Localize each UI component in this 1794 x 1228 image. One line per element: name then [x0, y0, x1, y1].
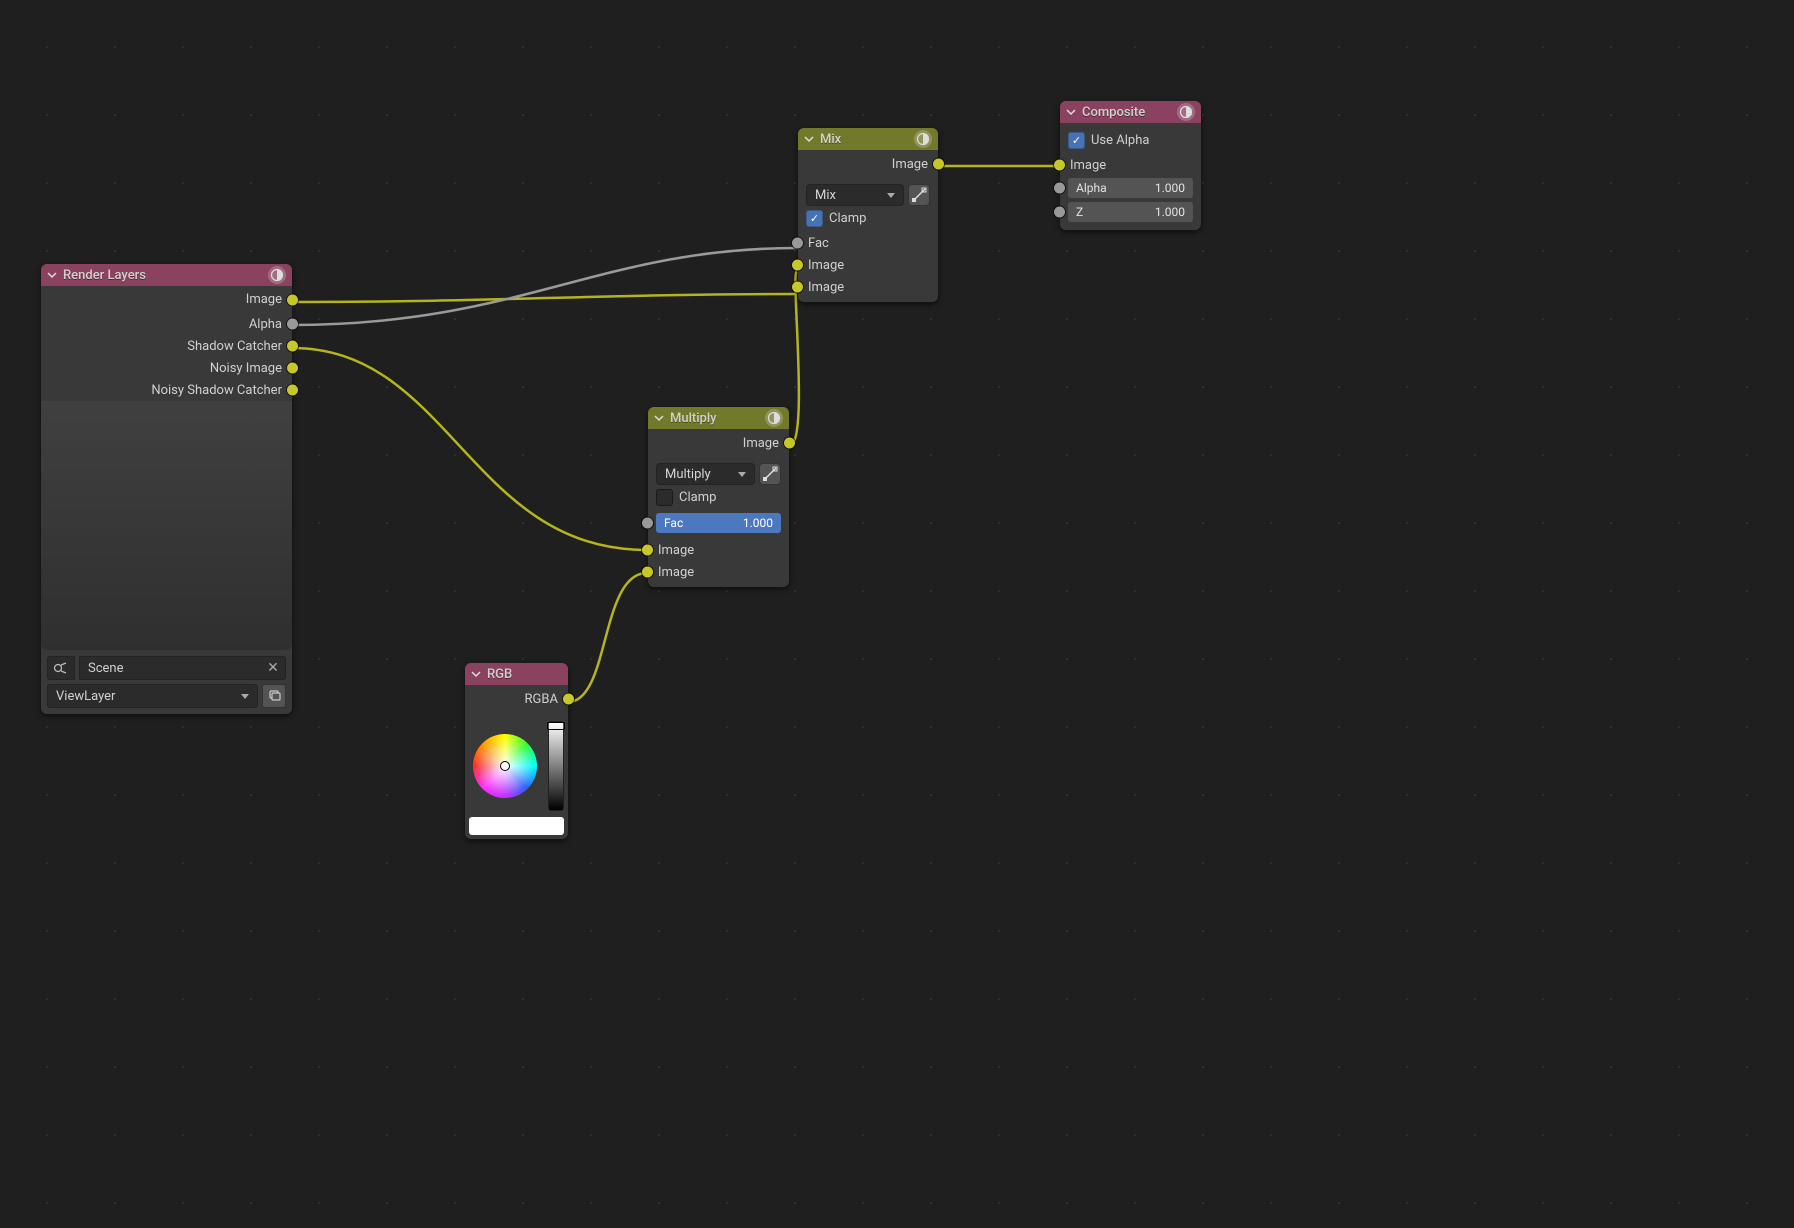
z-slider[interactable]: Z 1.000 — [1068, 202, 1193, 222]
input-label: Image — [1062, 158, 1114, 173]
node-header[interactable]: RGB — [465, 663, 568, 685]
z-label: Z — [1076, 205, 1083, 219]
output-label: Alpha — [241, 317, 290, 332]
node-header[interactable]: Multiply — [648, 407, 789, 429]
scene-icon[interactable] — [47, 656, 75, 680]
preview-icon[interactable] — [268, 266, 286, 284]
chevron-down-icon — [652, 411, 666, 425]
clamp-label: Clamp — [829, 211, 866, 226]
socket-input-z[interactable] — [1054, 207, 1065, 218]
socket-output-shadow-catcher[interactable] — [287, 341, 298, 352]
socket-input-image[interactable] — [1054, 160, 1065, 171]
scene-name: Scene — [88, 661, 124, 676]
input-label: Fac — [800, 236, 837, 251]
value-slider[interactable] — [548, 721, 564, 811]
pin-icon[interactable] — [262, 684, 286, 708]
input-label: Image — [650, 543, 702, 558]
color-swatch[interactable] — [469, 817, 564, 835]
socket-output-image[interactable] — [784, 438, 795, 449]
socket-input-image1[interactable] — [792, 260, 803, 271]
node-header[interactable]: Render Layers — [41, 264, 292, 286]
output-label: Noisy Image — [202, 361, 290, 376]
output-label: Shadow Catcher — [179, 339, 290, 354]
socket-output-image[interactable] — [933, 159, 944, 170]
preview-icon[interactable] — [765, 409, 783, 427]
fac-slider[interactable]: Fac 1.000 — [656, 513, 781, 533]
chevron-down-icon — [469, 667, 483, 681]
socket-input-alpha[interactable] — [1054, 183, 1065, 194]
socket-output-rgba[interactable] — [563, 694, 574, 705]
blend-mode-dropdown[interactable]: Mix — [806, 184, 904, 206]
preview-icon[interactable] — [914, 130, 932, 148]
image-preview-area — [41, 401, 292, 650]
view-layer-field[interactable]: ViewLayer — [47, 684, 258, 708]
z-value: 1.000 — [1155, 205, 1185, 219]
node-mix[interactable]: Mix Image Mix Clamp Fac Image Image — [798, 128, 938, 302]
output-label: Image — [884, 157, 936, 172]
socket-output-image[interactable] — [287, 294, 298, 305]
checkbox-icon — [806, 210, 823, 227]
clamp-label: Clamp — [679, 490, 716, 505]
node-title: Render Layers — [63, 268, 268, 283]
blend-mode-value: Multiply — [665, 467, 711, 482]
input-label: Image — [800, 280, 852, 295]
node-header[interactable]: Mix — [798, 128, 938, 150]
color-ramp-icon[interactable] — [908, 184, 930, 206]
blend-mode-value: Mix — [815, 188, 836, 203]
alpha-value: 1.000 — [1155, 181, 1185, 195]
fac-value: 1.000 — [743, 516, 773, 530]
node-rgb[interactable]: RGB RGBA — [465, 663, 568, 839]
use-alpha-label: Use Alpha — [1091, 133, 1149, 148]
clamp-checkbox[interactable]: Clamp — [656, 489, 781, 506]
use-alpha-checkbox[interactable]: Use Alpha — [1068, 132, 1193, 149]
blend-mode-dropdown[interactable]: Multiply — [656, 463, 755, 485]
clear-icon[interactable]: ✕ — [265, 660, 281, 676]
socket-input-image1[interactable] — [642, 545, 653, 556]
output-label: Image — [735, 436, 787, 451]
socket-input-fac[interactable] — [642, 518, 653, 529]
checkbox-icon — [656, 489, 673, 506]
socket-output-noisy-image[interactable] — [287, 363, 298, 374]
input-label: Image — [800, 258, 852, 273]
color-cursor-icon — [500, 761, 510, 771]
input-label: Image — [650, 565, 702, 580]
node-composite[interactable]: Composite Use Alpha Image Alpha 1.000 Z … — [1060, 101, 1201, 230]
output-label: Noisy Shadow Catcher — [143, 383, 290, 398]
chevron-down-icon — [802, 132, 816, 146]
socket-input-fac[interactable] — [792, 238, 803, 249]
clamp-checkbox[interactable]: Clamp — [806, 210, 930, 227]
node-header[interactable]: Composite — [1060, 101, 1201, 123]
checkbox-icon — [1068, 132, 1085, 149]
chevron-down-icon — [45, 268, 59, 282]
chevron-down-icon — [1064, 105, 1078, 119]
socket-output-noisy-shadow-catcher[interactable] — [287, 385, 298, 396]
node-title: Multiply — [670, 411, 765, 426]
preview-icon[interactable] — [1177, 103, 1195, 121]
node-render-layers[interactable]: Render Layers Image Alpha Shadow Catcher… — [41, 264, 292, 714]
socket-output-alpha[interactable] — [287, 319, 298, 330]
node-title: RGB — [487, 667, 562, 682]
output-label: RGBA — [517, 692, 566, 707]
alpha-label: Alpha — [1076, 181, 1107, 195]
fac-label: Fac — [664, 516, 683, 530]
view-layer-name: ViewLayer — [56, 689, 115, 704]
color-ramp-icon[interactable] — [759, 463, 781, 485]
color-wheel[interactable] — [473, 734, 537, 798]
value-cursor-icon — [547, 722, 565, 730]
socket-input-image2[interactable] — [642, 567, 653, 578]
node-multiply[interactable]: Multiply Image Multiply Clamp Fac 1.000 … — [648, 407, 789, 587]
node-title: Mix — [820, 132, 914, 147]
node-title: Composite — [1082, 105, 1177, 120]
scene-field[interactable]: Scene ✕ — [79, 656, 286, 680]
output-label: Image — [238, 292, 290, 307]
alpha-slider[interactable]: Alpha 1.000 — [1068, 178, 1193, 198]
socket-input-image2[interactable] — [792, 282, 803, 293]
